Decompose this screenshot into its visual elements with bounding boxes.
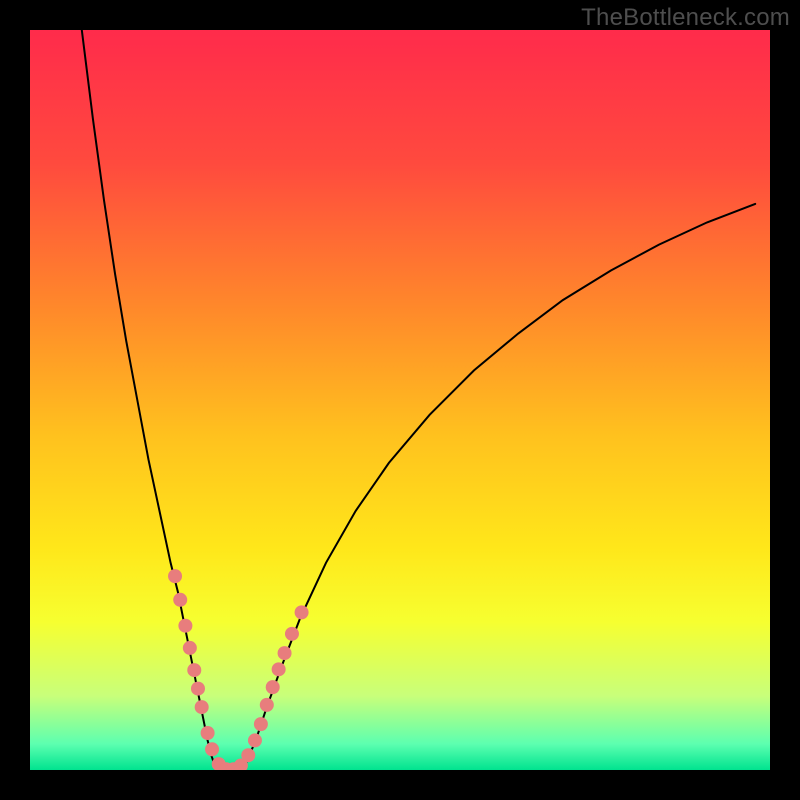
highlight-dot [195, 700, 209, 714]
gradient-background [30, 30, 770, 770]
highlight-dot [201, 726, 215, 740]
highlight-dot [285, 627, 299, 641]
watermark-text: TheBottleneck.com [581, 4, 790, 32]
plot-area [30, 30, 770, 770]
highlight-dot [205, 742, 219, 756]
highlight-dot [168, 569, 182, 583]
highlight-dot [248, 733, 262, 747]
highlight-dot [241, 748, 255, 762]
highlight-dot [183, 641, 197, 655]
highlight-dot [254, 717, 268, 731]
highlight-dot [173, 593, 187, 607]
highlight-dot [272, 662, 286, 676]
chart-svg [30, 30, 770, 770]
highlight-dot [266, 680, 280, 694]
outer-frame: TheBottleneck.com [0, 0, 800, 800]
highlight-dot [278, 646, 292, 660]
highlight-dot [187, 663, 201, 677]
highlight-dot [178, 619, 192, 633]
highlight-dot [191, 682, 205, 696]
highlight-dot [295, 605, 309, 619]
highlight-dot [260, 698, 274, 712]
